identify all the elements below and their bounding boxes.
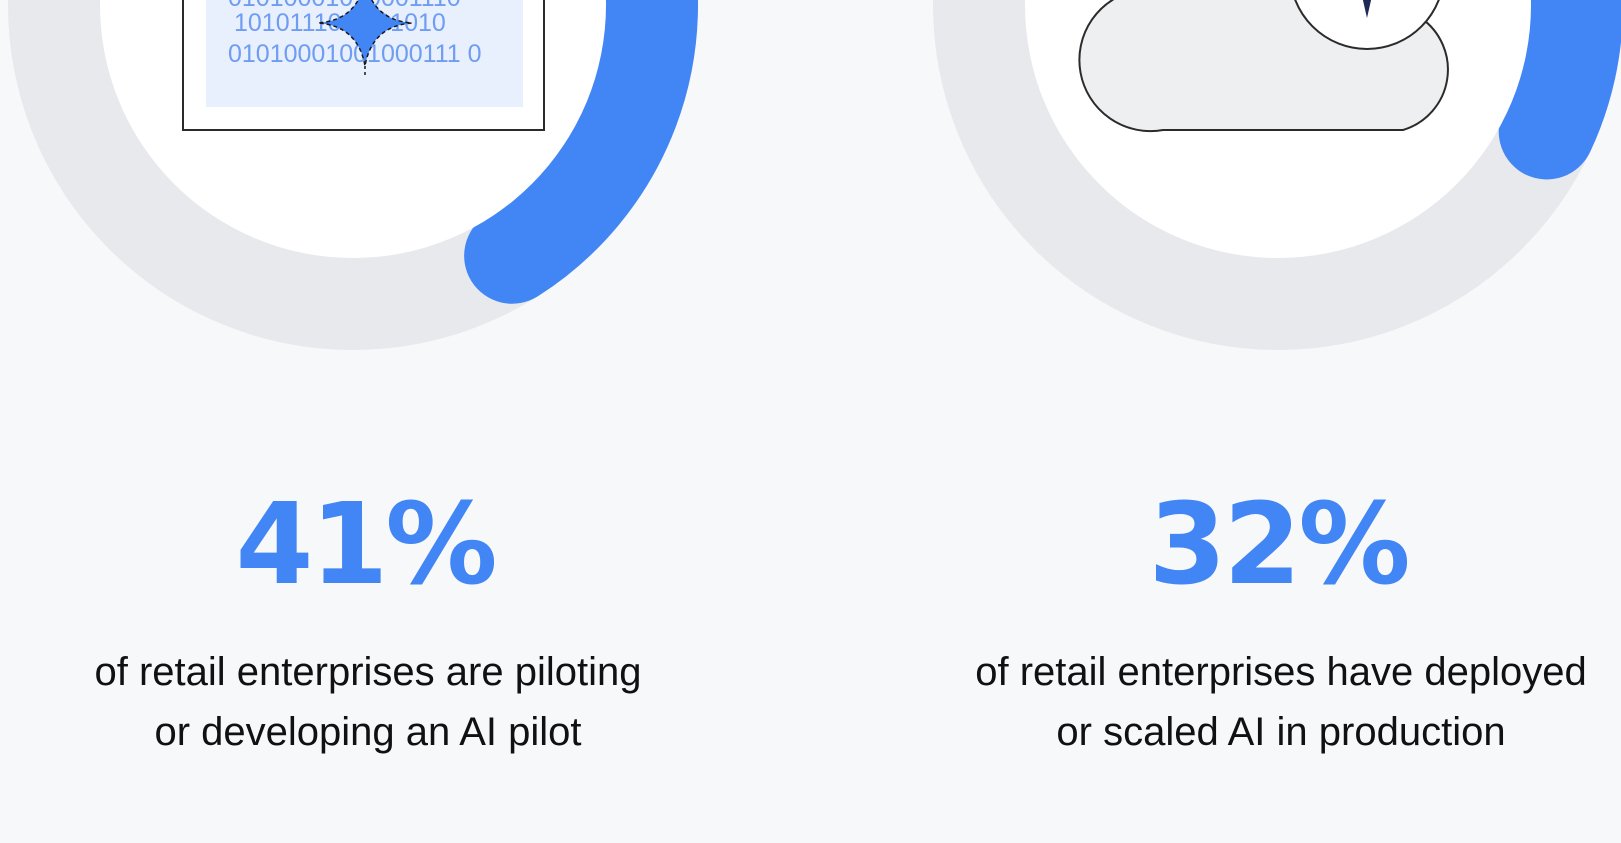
stat-caption-1: of retail enterprises are piloting or de…: [94, 650, 642, 754]
donut-chart-1: 01010001010001110 10101110 0101010 01010…: [8, 0, 698, 350]
binary-line-3: 01010001001000111 0: [228, 40, 482, 68]
donut-chart-2: [933, 0, 1621, 350]
binary-document-sparkle-icon: 01010001010001110 10101110 0101010 01010…: [182, 0, 545, 131]
ai-adoption-stats: 01010001010001110 10101110 0101010 01010…: [0, 0, 1621, 843]
stat-caption-2: of retail enterprises have deployed or s…: [975, 650, 1587, 754]
cloud-sparkle-icon: [1078, 0, 1449, 133]
stat-value-2: 32%: [1148, 480, 1410, 610]
stat-value-1: 41%: [235, 480, 497, 610]
